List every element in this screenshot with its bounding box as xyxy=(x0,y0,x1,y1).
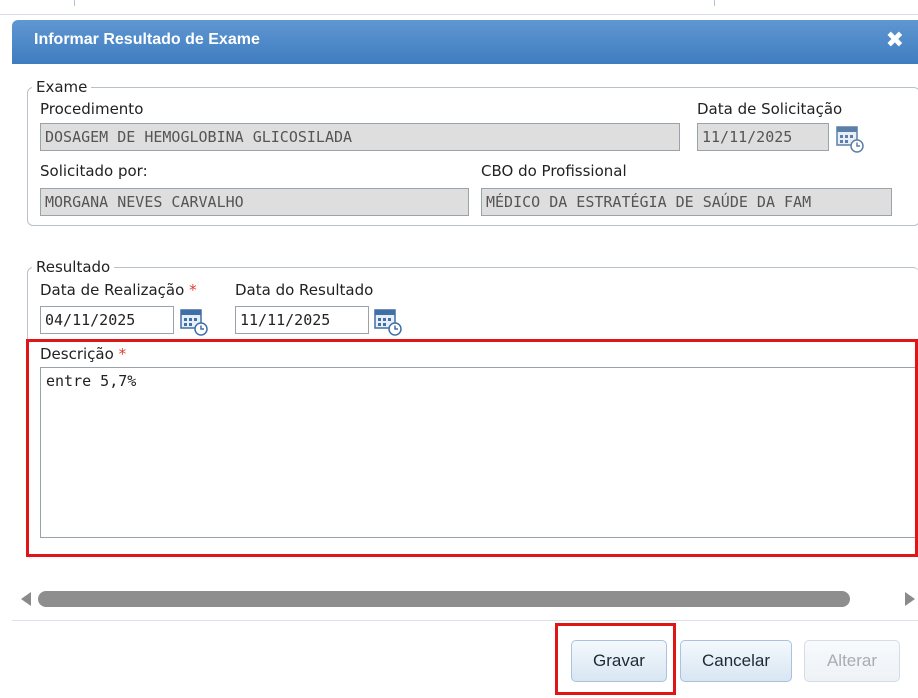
cbo-field[interactable]: MÉDICO DA ESTRATÉGIA DE SAÚDE DA FAM xyxy=(481,188,892,216)
solicitado-por-field[interactable]: MORGANA NEVES CARVALHO xyxy=(40,188,469,216)
data-resultado-field[interactable]: 11/11/2025 xyxy=(235,306,369,334)
scrollbar-thumb[interactable] xyxy=(38,591,850,607)
calendar-clock-icon[interactable] xyxy=(836,125,864,153)
column-divider xyxy=(74,0,75,6)
close-icon[interactable]: ✖ xyxy=(886,28,904,53)
cancelar-button[interactable]: Cancelar xyxy=(680,640,792,682)
resultado-legend: Resultado xyxy=(36,258,111,276)
procedimento-label: Procedimento xyxy=(40,100,144,118)
descricao-label: Descrição * xyxy=(40,345,126,363)
scroll-right-arrow-icon[interactable] xyxy=(905,592,915,606)
calendar-clock-icon[interactable] xyxy=(180,308,208,336)
alterar-button[interactable]: Alterar xyxy=(804,640,900,682)
exame-legend: Exame xyxy=(36,78,88,96)
descricao-label-text: Descrição xyxy=(40,345,114,363)
data-realizacao-field[interactable]: 04/11/2025 xyxy=(40,306,174,334)
data-resultado-label: Data do Resultado xyxy=(235,281,374,299)
required-marker: * xyxy=(118,345,127,363)
footer-divider xyxy=(12,620,918,621)
dialog-title: Informar Resultado de Exame xyxy=(34,31,260,48)
procedimento-field[interactable]: DOSAGEM DE HEMOGLOBINA GLICOSILADA xyxy=(40,123,680,151)
gravar-button[interactable]: Gravar xyxy=(571,640,667,682)
data-solicitacao-field[interactable]: 11/11/2025 xyxy=(697,123,829,151)
data-solicitacao-label: Data de Solicitação xyxy=(697,100,843,118)
descricao-textarea[interactable]: entre 5,7% xyxy=(40,367,918,538)
background-page-strip xyxy=(0,0,918,15)
calendar-clock-icon[interactable] xyxy=(374,308,402,336)
solicitado-por-label: Solicitado por: xyxy=(40,162,148,180)
data-realizacao-label-text: Data de Realização xyxy=(40,281,185,299)
scroll-left-arrow-icon[interactable] xyxy=(21,592,31,606)
column-divider xyxy=(714,0,715,6)
data-realizacao-label: Data de Realização * xyxy=(40,281,197,299)
horizontal-scrollbar[interactable] xyxy=(0,585,918,611)
required-marker: * xyxy=(189,281,197,299)
dialog-titlebar[interactable]: Informar Resultado de Exame ✖ xyxy=(12,20,918,64)
cbo-label: CBO do Profissional xyxy=(481,162,627,180)
